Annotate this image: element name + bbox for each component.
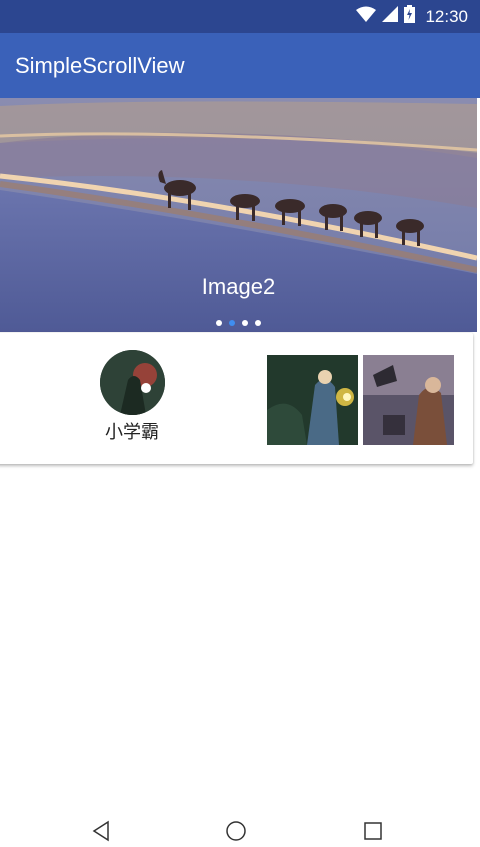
status-bar: 12:30 — [0, 0, 480, 33]
page-dot-2-active[interactable] — [229, 320, 235, 326]
avatar[interactable] — [100, 350, 165, 415]
page-dot-3[interactable] — [242, 320, 248, 326]
page-dot-1[interactable] — [216, 320, 222, 326]
cell-signal-icon — [382, 6, 399, 27]
page-dot-4[interactable] — [255, 320, 261, 326]
wifi-icon — [356, 6, 377, 27]
banner-carousel[interactable]: Image2 — [0, 98, 477, 332]
content-card: 小学霸 — [0, 333, 473, 464]
avatar-name: 小学霸 — [105, 422, 159, 442]
banner-caption: Image2 — [201, 274, 276, 299]
hero-thumbnail-2[interactable] — [363, 355, 454, 445]
navigation-bar — [0, 810, 480, 842]
battery-charging-icon — [404, 5, 416, 28]
app-bar: SimpleScrollView — [0, 33, 480, 98]
app-title: SimpleScrollView — [15, 53, 185, 78]
home-icon[interactable] — [225, 820, 247, 847]
hero-thumbnail-1[interactable] — [267, 355, 358, 445]
back-icon[interactable] — [90, 820, 112, 847]
page-indicator — [0, 320, 477, 326]
recents-icon[interactable] — [362, 820, 384, 847]
status-time: 12:30 — [425, 6, 468, 26]
